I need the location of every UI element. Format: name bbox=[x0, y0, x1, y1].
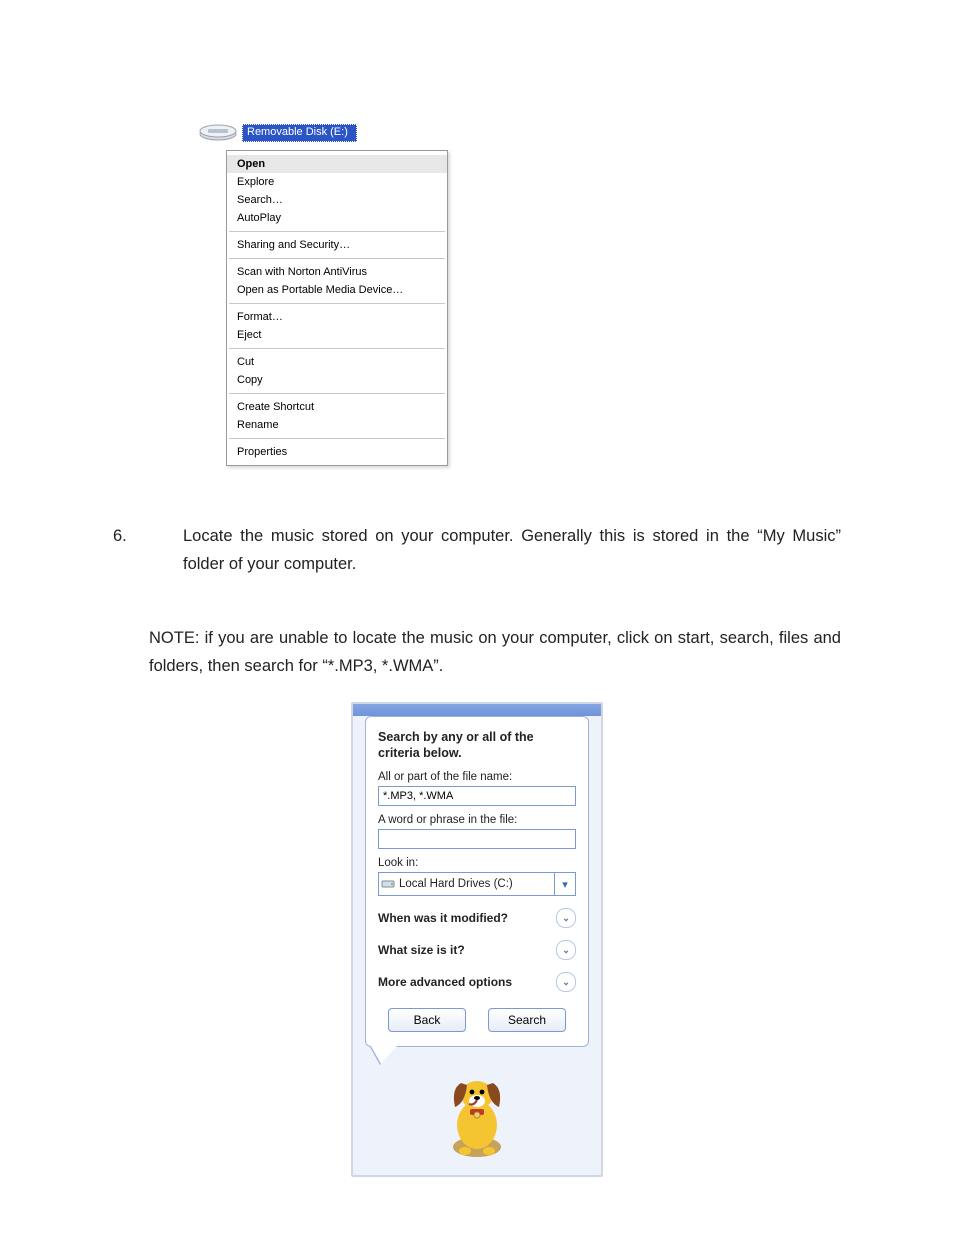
context-menu-item[interactable]: Format… bbox=[227, 308, 447, 326]
context-menu-item[interactable]: Eject bbox=[227, 326, 447, 344]
search-dog-icon bbox=[353, 1065, 601, 1175]
chevron-down-icon: ⌄ bbox=[556, 972, 576, 992]
context-menu-item[interactable]: Explore bbox=[227, 173, 447, 191]
context-menu-item[interactable]: Open bbox=[227, 155, 447, 173]
context-menu-figure: Removable Disk (E:) OpenExploreSearch…Au… bbox=[198, 120, 468, 466]
lookin-dropdown[interactable]: Local Hard Drives (C:) ▾ bbox=[378, 872, 576, 896]
expander-row[interactable]: When was it modified? ⌄ bbox=[378, 908, 576, 928]
hard-drive-icon bbox=[379, 878, 397, 890]
expander-label: What size is it? bbox=[378, 943, 465, 957]
instruction-text: 6. Locate the music stored on your compu… bbox=[113, 522, 841, 680]
context-menu-item[interactable]: Search… bbox=[227, 191, 447, 209]
drive-row: Removable Disk (E:) bbox=[198, 120, 468, 146]
context-menu-item[interactable]: Sharing and Security… bbox=[227, 236, 447, 254]
speech-bubble-tail bbox=[371, 1046, 397, 1064]
context-menu-item[interactable]: Open as Portable Media Device… bbox=[227, 281, 447, 299]
context-menu-item[interactable]: Properties bbox=[227, 443, 447, 461]
expander-row[interactable]: More advanced options ⌄ bbox=[378, 972, 576, 992]
lookin-label: Look in: bbox=[378, 857, 576, 869]
chevron-down-icon: ▾ bbox=[554, 873, 575, 895]
search-panel-title: Search by any or all of the criteria bel… bbox=[378, 729, 576, 761]
drive-icon bbox=[198, 118, 238, 149]
expander-label: More advanced options bbox=[378, 975, 512, 989]
expander-row[interactable]: What size is it? ⌄ bbox=[378, 940, 576, 960]
context-menu-item[interactable]: Rename bbox=[227, 416, 447, 434]
search-companion-panel: Search by any or all of the criteria bel… bbox=[351, 702, 603, 1177]
context-menu-item[interactable]: Create Shortcut bbox=[227, 398, 447, 416]
expander-label: When was it modified? bbox=[378, 911, 508, 925]
chevron-down-icon: ⌄ bbox=[556, 940, 576, 960]
back-button[interactable]: Back bbox=[388, 1008, 466, 1032]
context-menu-item[interactable]: AutoPlay bbox=[227, 209, 447, 227]
step-number: 6. bbox=[113, 522, 183, 578]
phrase-input[interactable] bbox=[378, 829, 576, 849]
step-text: Locate the music stored on your computer… bbox=[183, 522, 841, 578]
context-menu-item[interactable]: Scan with Norton AntiVirus bbox=[227, 263, 447, 281]
search-button[interactable]: Search bbox=[488, 1008, 566, 1032]
note-text: NOTE: if you are unable to locate the mu… bbox=[149, 624, 841, 680]
drive-label[interactable]: Removable Disk (E:) bbox=[242, 124, 357, 142]
chevron-down-icon: ⌄ bbox=[556, 908, 576, 928]
context-menu-item[interactable]: Copy bbox=[227, 371, 447, 389]
context-menu-item[interactable]: Cut bbox=[227, 353, 447, 371]
filename-label: All or part of the file name: bbox=[378, 771, 576, 783]
context-menu: OpenExploreSearch…AutoPlay Sharing and Se… bbox=[226, 150, 448, 466]
lookin-value: Local Hard Drives (C:) bbox=[397, 878, 554, 890]
filename-input[interactable] bbox=[378, 786, 576, 806]
phrase-label: A word or phrase in the file: bbox=[378, 814, 576, 826]
